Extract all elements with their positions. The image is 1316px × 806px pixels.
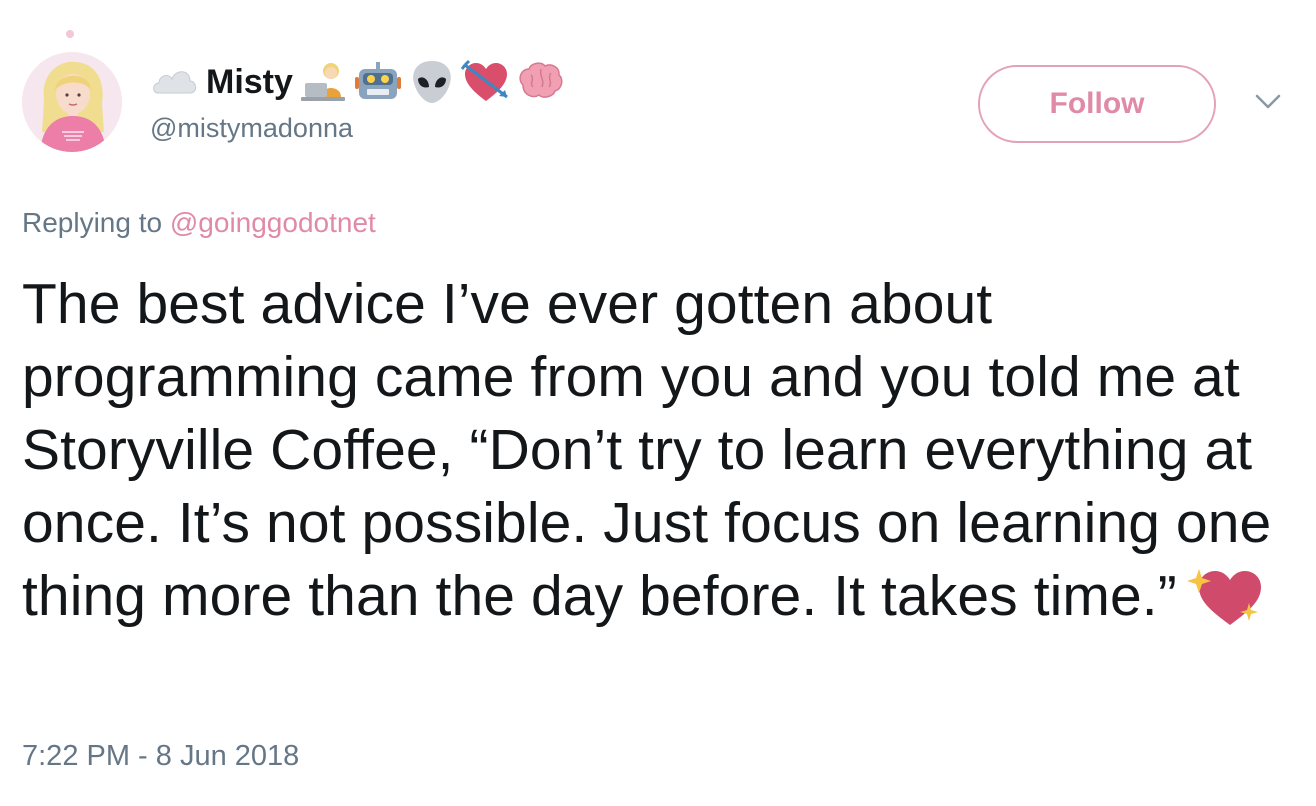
decorative-dot <box>66 30 74 38</box>
tweet-text: The best advice I’ve ever gotten about p… <box>22 272 1272 628</box>
replying-to-label: Replying to <box>22 207 163 238</box>
tweet-text-container: The best advice I’ve ever gotten about p… <box>22 268 1272 633</box>
replying-to: Replying to @goinggodotnet <box>22 207 376 239</box>
follow-button[interactable]: Follow <box>978 65 1216 143</box>
user-handle[interactable]: @mistymadonna <box>150 113 353 144</box>
avatar-illustration <box>22 52 122 152</box>
tweet-timestamp[interactable]: 7:22 PM - 8 Jun 2018 <box>22 740 299 773</box>
brain-icon <box>515 57 565 107</box>
chevron-down-icon[interactable] <box>1254 92 1282 112</box>
woman-technologist-icon <box>299 57 349 107</box>
user-name-row[interactable]: Misty <box>150 56 569 108</box>
avatar[interactable] <box>22 52 122 152</box>
tweet-card: Misty @mistymadonna Follow Replying to @… <box>0 0 1316 806</box>
sparkling-heart-icon <box>1185 563 1267 629</box>
heart-with-arrow-icon <box>460 57 511 107</box>
reply-mention-link[interactable]: @goinggodotnet <box>170 207 376 238</box>
cloud-icon <box>150 57 200 107</box>
alien-icon <box>407 57 457 107</box>
robot-icon <box>353 57 403 107</box>
display-name[interactable]: Misty <box>206 63 293 102</box>
